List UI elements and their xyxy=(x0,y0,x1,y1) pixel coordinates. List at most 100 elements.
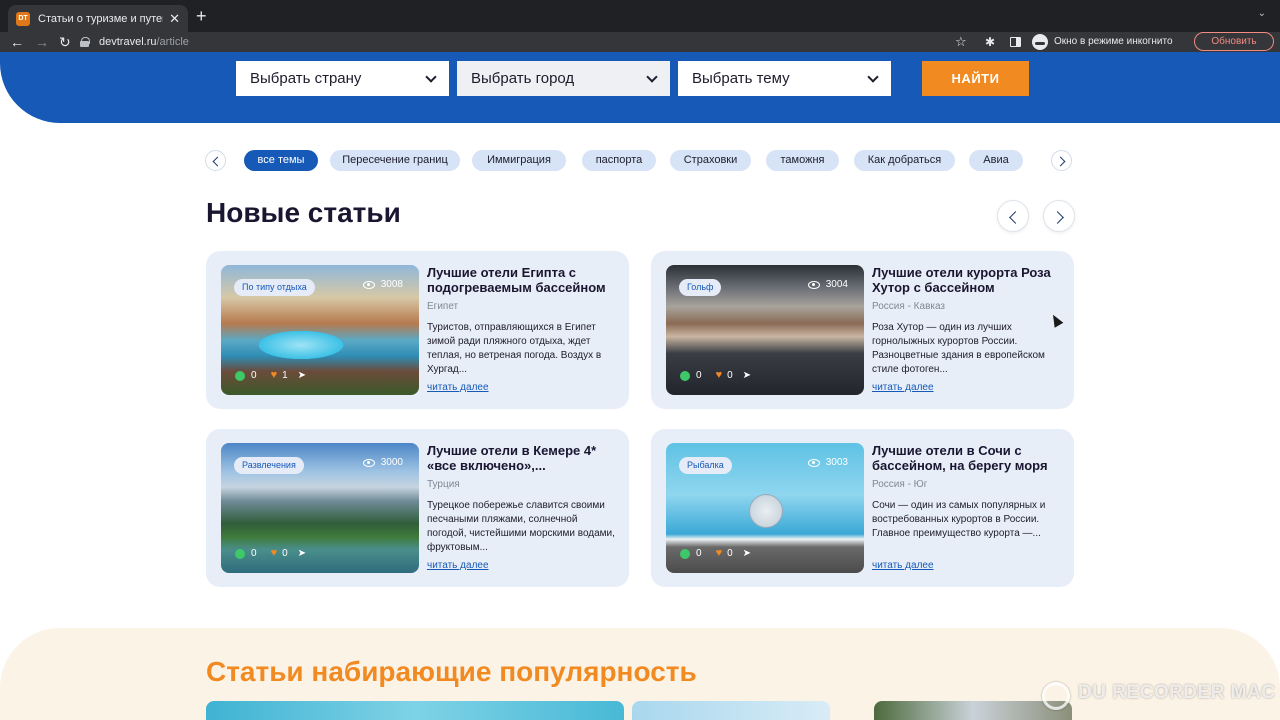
views-count: 3008 xyxy=(380,279,403,290)
chip-insurance[interactable]: Страховки xyxy=(670,150,751,171)
views-counter: 3008 xyxy=(362,279,403,290)
popular-article-image[interactable] xyxy=(632,701,830,720)
heart-icon[interactable]: ♥ xyxy=(716,370,723,381)
city-select-label: Выбрать город xyxy=(471,70,575,87)
likes-count: 0 xyxy=(727,370,733,381)
address-bar[interactable]: devtravel.ru/article xyxy=(80,32,980,52)
tab-search-chevron-icon[interactable]: ⌄ xyxy=(1258,8,1266,19)
comments-count: 0 xyxy=(251,370,257,381)
category-badge[interactable]: Гольф xyxy=(679,279,722,296)
comment-icon[interactable] xyxy=(680,548,690,559)
chip-all-topics[interactable]: все темы xyxy=(244,150,318,171)
article-location: Россия - Кавказ xyxy=(872,301,946,312)
article-location: Турция xyxy=(427,479,460,490)
site-favicon-icon: DT xyxy=(16,11,30,26)
extensions-puzzle-icon[interactable]: ✱ xyxy=(985,35,995,49)
article-title[interactable]: Лучшие отели Египта с подогреваемым басс… xyxy=(427,265,617,295)
article-card[interactable]: Развлечения 3000 0 ♥ 0 ➤ Лучшие отели в К… xyxy=(206,429,629,587)
find-button[interactable]: НАЙТИ xyxy=(922,61,1029,96)
category-badge[interactable]: По типу отдыха xyxy=(234,279,315,296)
heart-icon[interactable]: ♥ xyxy=(271,548,278,559)
popular-article-image[interactable] xyxy=(874,701,1072,720)
article-excerpt: Сочи — один из самых популярных и востре… xyxy=(872,500,1046,539)
eye-icon xyxy=(362,280,375,289)
article-image[interactable]: По типу отдыха 3008 0 ♥ 1 ➤ xyxy=(221,265,419,395)
chips-next-icon[interactable] xyxy=(1051,150,1072,171)
share-send-icon[interactable]: ➤ xyxy=(743,548,751,559)
article-card[interactable]: Гольф 3004 0 ♥ 0 ➤ Лучшие отели курорта Р… xyxy=(651,251,1074,409)
article-card[interactable]: По типу отдыха 3008 0 ♥ 1 ➤ Лучшие отели … xyxy=(206,251,629,409)
search-hero: Выбрать страну Выбрать город Выбрать тем… xyxy=(0,52,1280,123)
read-more-link[interactable]: читать далее xyxy=(872,382,934,393)
chip-customs[interactable]: таможня xyxy=(766,150,839,171)
article-title[interactable]: Лучшие отели в Кемере 4* «все включено»,… xyxy=(427,443,617,473)
tab-title: Статьи о туризме и путешест xyxy=(38,12,163,25)
eye-icon xyxy=(807,280,820,289)
share-send-icon[interactable]: ➤ xyxy=(743,370,751,381)
comments-count: 0 xyxy=(696,548,702,559)
country-select[interactable]: Выбрать страну xyxy=(236,61,449,96)
browser-toolbar: ← → ↻ devtravel.ru/article ☆ ✱ Окно в ре… xyxy=(0,32,1280,52)
read-more-link[interactable]: читать далее xyxy=(872,560,934,571)
article-excerpt: Турецкое побережье славится своими песча… xyxy=(427,500,615,553)
article-card[interactable]: Рыбалка 3003 0 ♥ 0 ➤ Лучшие отели в Сочи … xyxy=(651,429,1074,587)
browser-tab[interactable]: DT Статьи о туризме и путешест ✕ xyxy=(8,5,188,32)
article-image[interactable]: Рыбалка 3003 0 ♥ 0 ➤ xyxy=(666,443,864,573)
comments-count: 0 xyxy=(696,370,702,381)
chip-how-to-get[interactable]: Как добраться xyxy=(854,150,955,171)
chips-prev-icon[interactable] xyxy=(205,150,226,171)
article-title[interactable]: Лучшие отели курорта Роза Хутор с бассей… xyxy=(872,265,1062,295)
city-select[interactable]: Выбрать город xyxy=(457,61,670,96)
side-panel-icon[interactable] xyxy=(1010,37,1021,47)
articles-prev-icon[interactable] xyxy=(997,200,1029,232)
back-arrow-icon[interactable]: ← xyxy=(10,33,24,51)
article-title[interactable]: Лучшие отели в Сочи с бассейном, на бере… xyxy=(872,443,1062,473)
article-location: Египет xyxy=(427,301,459,312)
reload-icon[interactable]: ↻ xyxy=(59,33,71,51)
likes-count: 0 xyxy=(727,548,733,559)
url-host: devtravel.ru xyxy=(99,36,157,48)
views-count: 3004 xyxy=(825,279,848,290)
articles-next-icon[interactable] xyxy=(1043,200,1075,232)
incognito-icon[interactable] xyxy=(1032,34,1048,50)
article-image[interactable]: Гольф 3004 0 ♥ 0 ➤ xyxy=(666,265,864,395)
topic-chips: все темы Пересечение границ Иммиграция п… xyxy=(205,150,1073,172)
read-more-link[interactable]: читать далее xyxy=(427,382,489,393)
share-send-icon[interactable]: ➤ xyxy=(298,548,306,559)
chip-border-crossing[interactable]: Пересечение границ xyxy=(330,150,460,171)
update-button[interactable]: Обновить xyxy=(1194,32,1274,51)
topic-select[interactable]: Выбрать тему xyxy=(678,61,891,96)
chip-immigration[interactable]: Иммиграция xyxy=(472,150,566,171)
comments-count: 0 xyxy=(251,548,257,559)
category-badge[interactable]: Рыбалка xyxy=(679,457,732,474)
likes-count: 0 xyxy=(282,548,288,559)
chip-passports[interactable]: паспорта xyxy=(582,150,656,171)
article-excerpt: Роза Хутор — один из лучших горнолыжных … xyxy=(872,322,1045,375)
browser-tab-bar: DT Статьи о туризме и путешест ✕ + ⌄ xyxy=(0,0,1280,32)
popular-article-image[interactable] xyxy=(206,701,624,720)
incognito-label: Окно в режиме инкогнито xyxy=(1054,36,1173,47)
recorder-logo-icon xyxy=(1042,682,1070,710)
comment-icon[interactable] xyxy=(680,370,690,381)
popular-section: Статьи набирающие популярность xyxy=(0,628,1280,720)
comment-icon[interactable] xyxy=(235,370,245,381)
heart-icon[interactable]: ♥ xyxy=(716,548,723,559)
views-count: 3003 xyxy=(825,457,848,468)
heart-icon[interactable]: ♥ xyxy=(271,370,278,381)
article-excerpt: Туристов, отправляющихся в Египет зимой … xyxy=(427,322,602,375)
new-tab-icon[interactable]: + xyxy=(196,5,207,27)
article-image[interactable]: Развлечения 3000 0 ♥ 0 ➤ xyxy=(221,443,419,573)
article-location: Россия - Юг xyxy=(872,479,928,490)
share-send-icon[interactable]: ➤ xyxy=(298,370,306,381)
lock-icon xyxy=(80,37,90,47)
comment-icon[interactable] xyxy=(235,548,245,559)
forward-arrow-icon[interactable]: → xyxy=(35,33,49,51)
chip-avia[interactable]: Авиа xyxy=(969,150,1023,171)
category-badge[interactable]: Развлечения xyxy=(234,457,304,474)
new-articles-title: Новые статьи xyxy=(206,197,401,228)
views-counter: 3003 xyxy=(807,457,848,468)
close-tab-icon[interactable]: ✕ xyxy=(169,12,180,25)
bookmark-star-icon[interactable]: ☆ xyxy=(955,34,967,50)
read-more-link[interactable]: читать далее xyxy=(427,560,489,571)
url-path: /article xyxy=(156,36,189,48)
